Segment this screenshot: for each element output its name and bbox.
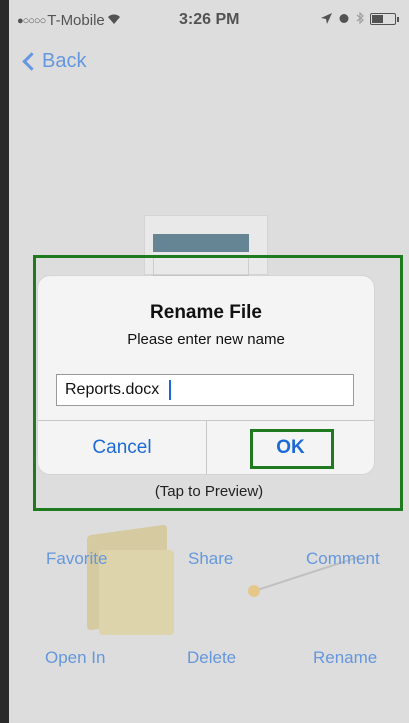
rename-dialog: Rename File Please enter new name Cancel… <box>38 276 374 474</box>
dialog-title: Rename File <box>150 302 262 323</box>
text-cursor <box>169 380 171 400</box>
tap-to-preview-label[interactable]: (Tap to Preview) <box>9 483 409 500</box>
cancel-button[interactable]: Cancel <box>38 421 206 474</box>
app-screen: ●○○○○ T-Mobile 3:26 PM Back Favorite Sha… <box>9 0 409 723</box>
ok-highlight-box <box>250 429 334 469</box>
dialog-message: Please enter new name <box>127 331 285 348</box>
filename-input[interactable] <box>56 374 354 406</box>
